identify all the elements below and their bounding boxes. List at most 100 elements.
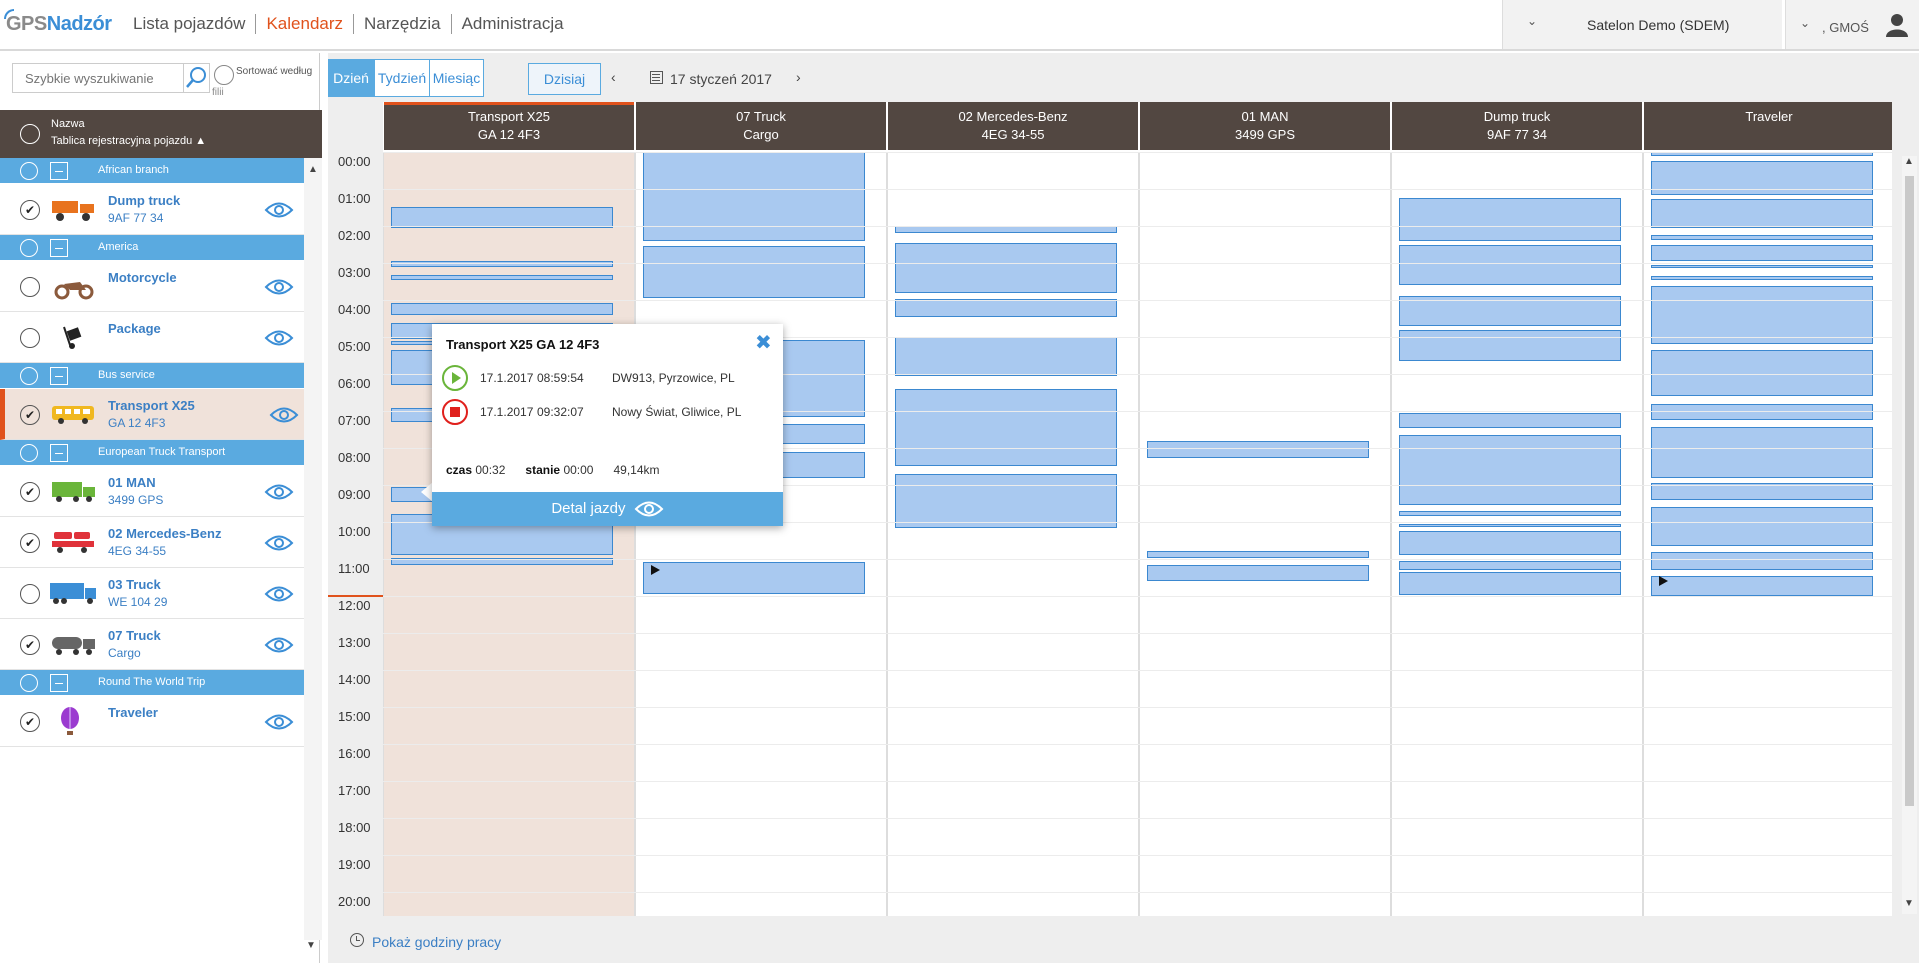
vehicle-row[interactable]: ✔ Transport X25 GA 12 4F3 [0,389,304,440]
vehicle-row[interactable]: ✔ 02 Mercedes-Benz 4EG 34-55 [0,517,304,568]
view-week-button[interactable]: Tydzień [374,59,430,97]
vehicle-select-radio[interactable] [20,584,40,604]
vehicle-name[interactable]: Motorcycle [108,270,177,285]
group-row[interactable]: European Truck Transport [0,440,304,466]
view-day-button[interactable]: Dzień [328,59,374,97]
collapse-group-icon[interactable] [50,367,68,385]
trip-event[interactable] [895,226,1117,234]
calendar-icon[interactable] [650,71,663,84]
vehicle-column-header[interactable]: 02 Mercedes-Benz 4EG 34-55 [888,102,1138,150]
group-row[interactable]: Bus service [0,363,304,389]
vehicle-row[interactable]: Motorcycle [0,261,304,312]
trip-event[interactable] [1399,560,1621,571]
search-button[interactable] [184,63,210,93]
trip-event[interactable] [1651,275,1873,280]
vehicle-row[interactable]: ✔ Dump truck 9AF 77 34 [0,184,304,235]
trip-event[interactable] [1399,329,1621,362]
today-button[interactable]: Dzisiaj [528,63,601,95]
show-working-hours-link[interactable]: Pokaż godziny pracy [372,934,501,950]
trip-event[interactable] [1399,531,1621,555]
logo[interactable]: GPSNadzór [4,9,112,36]
trip-event[interactable] [1651,404,1873,421]
eye-icon[interactable] [264,201,294,219]
trip-event[interactable] [1399,435,1621,506]
nav-administracja[interactable]: Administracja [450,14,574,34]
vehicle-column-header[interactable]: Dump truck 9AF 77 34 [1392,102,1642,150]
eye-icon[interactable] [264,329,294,347]
nav-kalendarz[interactable]: Kalendarz [255,14,353,34]
group-select-radio[interactable] [20,162,38,180]
group-row[interactable]: America [0,235,304,261]
vehicle-column-header[interactable]: Traveler [1644,102,1892,150]
trip-event[interactable] [1147,564,1369,582]
trip-event[interactable] [1399,523,1621,527]
vehicle-name[interactable]: Transport X25 [108,398,195,413]
close-icon[interactable]: ✖ [755,333,772,353]
trip-event[interactable] [391,275,613,280]
collapse-group-icon[interactable] [50,444,68,462]
trip-event[interactable] [391,206,613,228]
vehicle-select-radio[interactable]: ✔ [20,405,40,425]
vehicle-row[interactable]: ✔ 01 MAN 3499 GPS [0,466,304,517]
search-input[interactable] [12,63,184,93]
vehicle-column-header[interactable]: 01 MAN 3499 GPS [1140,102,1390,150]
eye-icon[interactable] [264,278,294,296]
vehicle-name[interactable]: 07 Truck [108,628,161,643]
vehicle-name[interactable]: 01 MAN [108,475,156,490]
next-day-arrow-icon[interactable]: › [796,69,801,85]
vehicle-column-header[interactable]: 07 Truck Cargo [636,102,886,150]
company-selector[interactable]: ⌄ Satelon Demo (SDEM) [1502,0,1782,49]
trip-event[interactable] [1651,426,1873,478]
group-select-radio[interactable] [20,674,38,692]
group-select-radio[interactable] [20,367,38,385]
eye-icon[interactable] [264,636,294,654]
vehicle-name[interactable]: 03 Truck [108,577,161,592]
trip-event[interactable] [1399,412,1621,428]
vehicle-select-radio[interactable] [20,328,40,348]
vehicle-select-radio[interactable]: ✔ [20,200,40,220]
group-row[interactable]: Round The World Trip [0,670,304,696]
calendar-scrollbar[interactable]: ▲ ▼ [1902,156,1917,914]
vehicle-list-header[interactable]: Nazwa Tablica rejestracyjna pojazdu ▲ [0,110,322,158]
nav-lista-pojazdów[interactable]: Lista pojazdów [133,14,255,34]
vehicle-row[interactable]: 03 Truck WE 104 29 [0,568,304,619]
trip-event[interactable] [1147,440,1369,459]
trip-event[interactable] [895,298,1117,317]
group-row[interactable]: African branch [0,158,304,184]
trip-event[interactable] [1651,264,1873,268]
group-select-radio[interactable] [20,444,38,462]
collapse-group-icon[interactable] [50,239,68,257]
vehicle-row[interactable]: ✔ 07 Truck Cargo [0,619,304,670]
trip-detail-button[interactable]: Detal jazdy [432,492,783,526]
sort-by-branch-radio[interactable] [214,65,234,85]
nav-narzędzia[interactable]: Narzędzia [353,14,451,34]
vehicle-select-radio[interactable]: ✔ [20,482,40,502]
vehicle-row[interactable]: ✔ Traveler [0,696,304,747]
scroll-up-icon[interactable]: ▲ [308,164,318,175]
vehicle-name[interactable]: Dump truck [108,193,180,208]
collapse-group-icon[interactable] [50,674,68,692]
trip-event[interactable] [895,242,1117,293]
scroll-down-icon[interactable]: ▼ [306,940,316,951]
collapse-group-icon[interactable] [50,162,68,180]
trip-event[interactable] [1651,507,1873,547]
vehicle-name[interactable]: 02 Mercedes-Benz [108,526,221,541]
trip-event[interactable] [391,302,613,315]
vehicle-name[interactable]: Traveler [108,705,158,720]
vehicle-select-radio[interactable]: ✔ [20,533,40,553]
trip-event[interactable] [1651,235,1873,241]
view-month-button[interactable]: Miesiąc [429,59,484,97]
vehicle-select-radio[interactable]: ✔ [20,635,40,655]
eye-icon[interactable] [264,534,294,552]
trip-event[interactable] [1651,575,1873,596]
group-select-radio[interactable] [20,239,38,257]
trip-event[interactable] [1399,198,1621,241]
select-all-radio[interactable] [20,124,40,144]
trip-event[interactable] [1399,510,1621,517]
eye-icon[interactable] [264,585,294,603]
eye-icon[interactable] [264,483,294,501]
trip-event[interactable] [643,246,865,299]
vehicle-column-header[interactable]: Transport X25 GA 12 4F3 [384,102,634,150]
eye-icon[interactable] [264,713,294,731]
trip-event[interactable] [643,561,865,595]
